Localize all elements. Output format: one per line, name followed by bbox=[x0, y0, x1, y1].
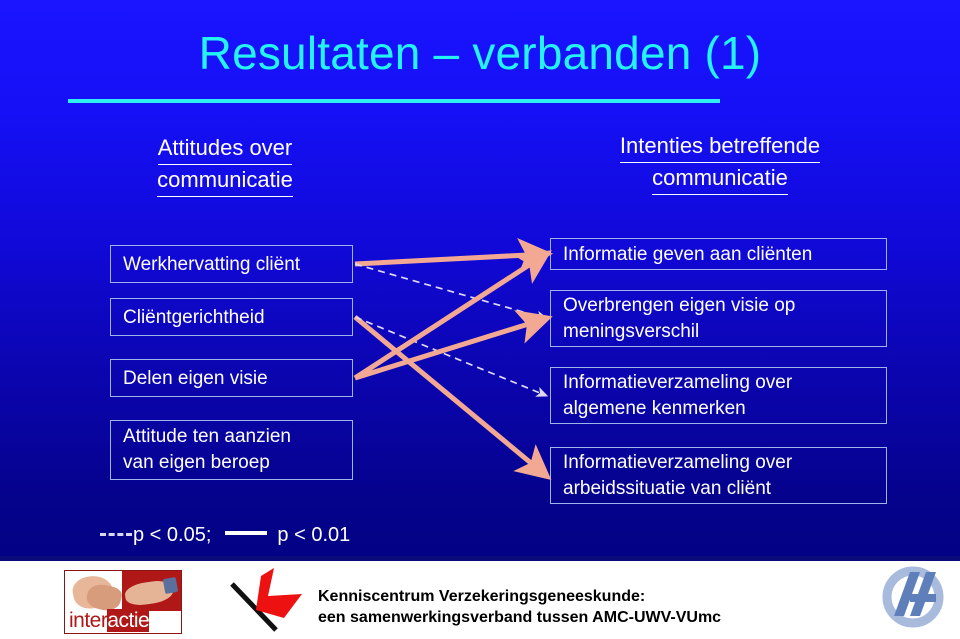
presentation-slide: Resultaten – verbanden (1) Attitudes ove… bbox=[0, 0, 960, 639]
significance-legend: p < 0.05; p < 0.01 bbox=[100, 524, 350, 547]
ga-logo-icon bbox=[880, 566, 946, 632]
sleeve-cuff-icon bbox=[162, 576, 179, 595]
legend-solid-label: p < 0.01 bbox=[277, 524, 351, 546]
right-column-heading: Intenties betreffende communicatie bbox=[505, 131, 935, 195]
node-label: Informatieverzameling over arbeidssituati… bbox=[563, 450, 792, 502]
node-label-line1: Attitude ten aanzien bbox=[123, 426, 291, 447]
right-column-heading-line2: communicatie bbox=[652, 163, 788, 195]
page-title: Resultaten – verbanden (1) bbox=[198, 27, 762, 79]
node-box-delen-eigen-visie[interactable]: Delen eigen visie bbox=[110, 359, 353, 397]
node-label-line1: Informatieverzameling over bbox=[563, 451, 793, 473]
node-label: Informatieverzameling over algemene kenme… bbox=[563, 370, 792, 422]
connection-werkhervatting-to-overbrengen-visie bbox=[354, 263, 549, 321]
node-box-verzameling-algemeen[interactable]: Informatieverzameling over algemene kenme… bbox=[550, 367, 887, 424]
node-box-overbrengen-visie[interactable]: Overbrengen eigen visie op meningsverschi… bbox=[550, 290, 887, 347]
footer-line-1: Kenniscentrum Verzekeringsgeneeskunde: bbox=[318, 588, 646, 605]
node-box-verzameling-arbeid[interactable]: Informatieverzameling over arbeidssituati… bbox=[550, 447, 887, 504]
node-label-line2: van eigen beroep bbox=[123, 452, 270, 473]
node-label-line1: Overbrengen eigen visie op bbox=[563, 294, 796, 316]
right-column-heading-line1: Intenties betreffende bbox=[619, 131, 821, 163]
node-box-clientgerichtheid[interactable]: Cliëntgerichtheid bbox=[110, 298, 353, 336]
title-underline bbox=[68, 99, 720, 103]
node-label: Attitude ten aanzien van eigen beroep bbox=[123, 424, 291, 476]
node-box-attitude-eigen-beroep[interactable]: Attitude ten aanzien van eigen beroep bbox=[110, 420, 353, 480]
connection-delen-eigen-visie-to-informatie-geven bbox=[353, 250, 552, 381]
node-box-informatie-geven[interactable]: Informatie geven aan cliënten bbox=[550, 238, 887, 270]
left-column-heading-line1: Attitudes over bbox=[157, 133, 293, 165]
node-box-werkhervatting[interactable]: Werkhervatting cliënt bbox=[110, 245, 353, 283]
node-label: Informatie geven aan cliënten bbox=[563, 243, 813, 265]
interactie-logo: interactie bbox=[64, 570, 182, 634]
interactie-wordmark: interactie bbox=[65, 609, 181, 633]
footer-organisation-text: Kenniscentrum Verzekeringsgeneeskunde: e… bbox=[318, 586, 721, 628]
node-label-line2: arbeidssituatie van cliënt bbox=[563, 477, 772, 499]
node-label-line2: algemene kenmerken bbox=[563, 397, 746, 419]
connection-delen-eigen-visie-to-overbrengen-visie bbox=[354, 310, 553, 381]
slide-top-band bbox=[0, 0, 960, 12]
solid-line-sample-icon bbox=[225, 530, 268, 535]
wordmark-part1: inter bbox=[69, 609, 108, 632]
red-arrow-logo-icon bbox=[230, 568, 302, 632]
connection-clientgerichtheid-to-verzameling-algemeen bbox=[354, 316, 549, 397]
connection-werkhervatting-to-informatie-geven bbox=[354, 237, 553, 273]
node-label: Overbrengen eigen visie op meningsverschi… bbox=[563, 293, 795, 345]
node-label: Delen eigen visie bbox=[123, 367, 268, 389]
footer-line-2: een samenwerkingsverband tussen AMC-UWV-… bbox=[318, 609, 722, 626]
node-label: Cliëntgerichtheid bbox=[123, 306, 265, 328]
connection-clientgerichtheid-to-verzameling-arbeid bbox=[353, 315, 552, 480]
wordmark-part2: actie bbox=[107, 609, 150, 632]
node-label: Werkhervatting cliënt bbox=[123, 253, 301, 275]
left-column-heading: Attitudes over communicatie bbox=[60, 133, 390, 197]
legend-dashed-label: p < 0.05; bbox=[133, 524, 212, 546]
dashed-line-sample-icon bbox=[100, 533, 132, 536]
node-label-line2: meningsverschil bbox=[563, 320, 700, 342]
node-label-line1: Informatieverzameling over bbox=[563, 371, 793, 393]
left-column-heading-line2: communicatie bbox=[157, 165, 293, 197]
